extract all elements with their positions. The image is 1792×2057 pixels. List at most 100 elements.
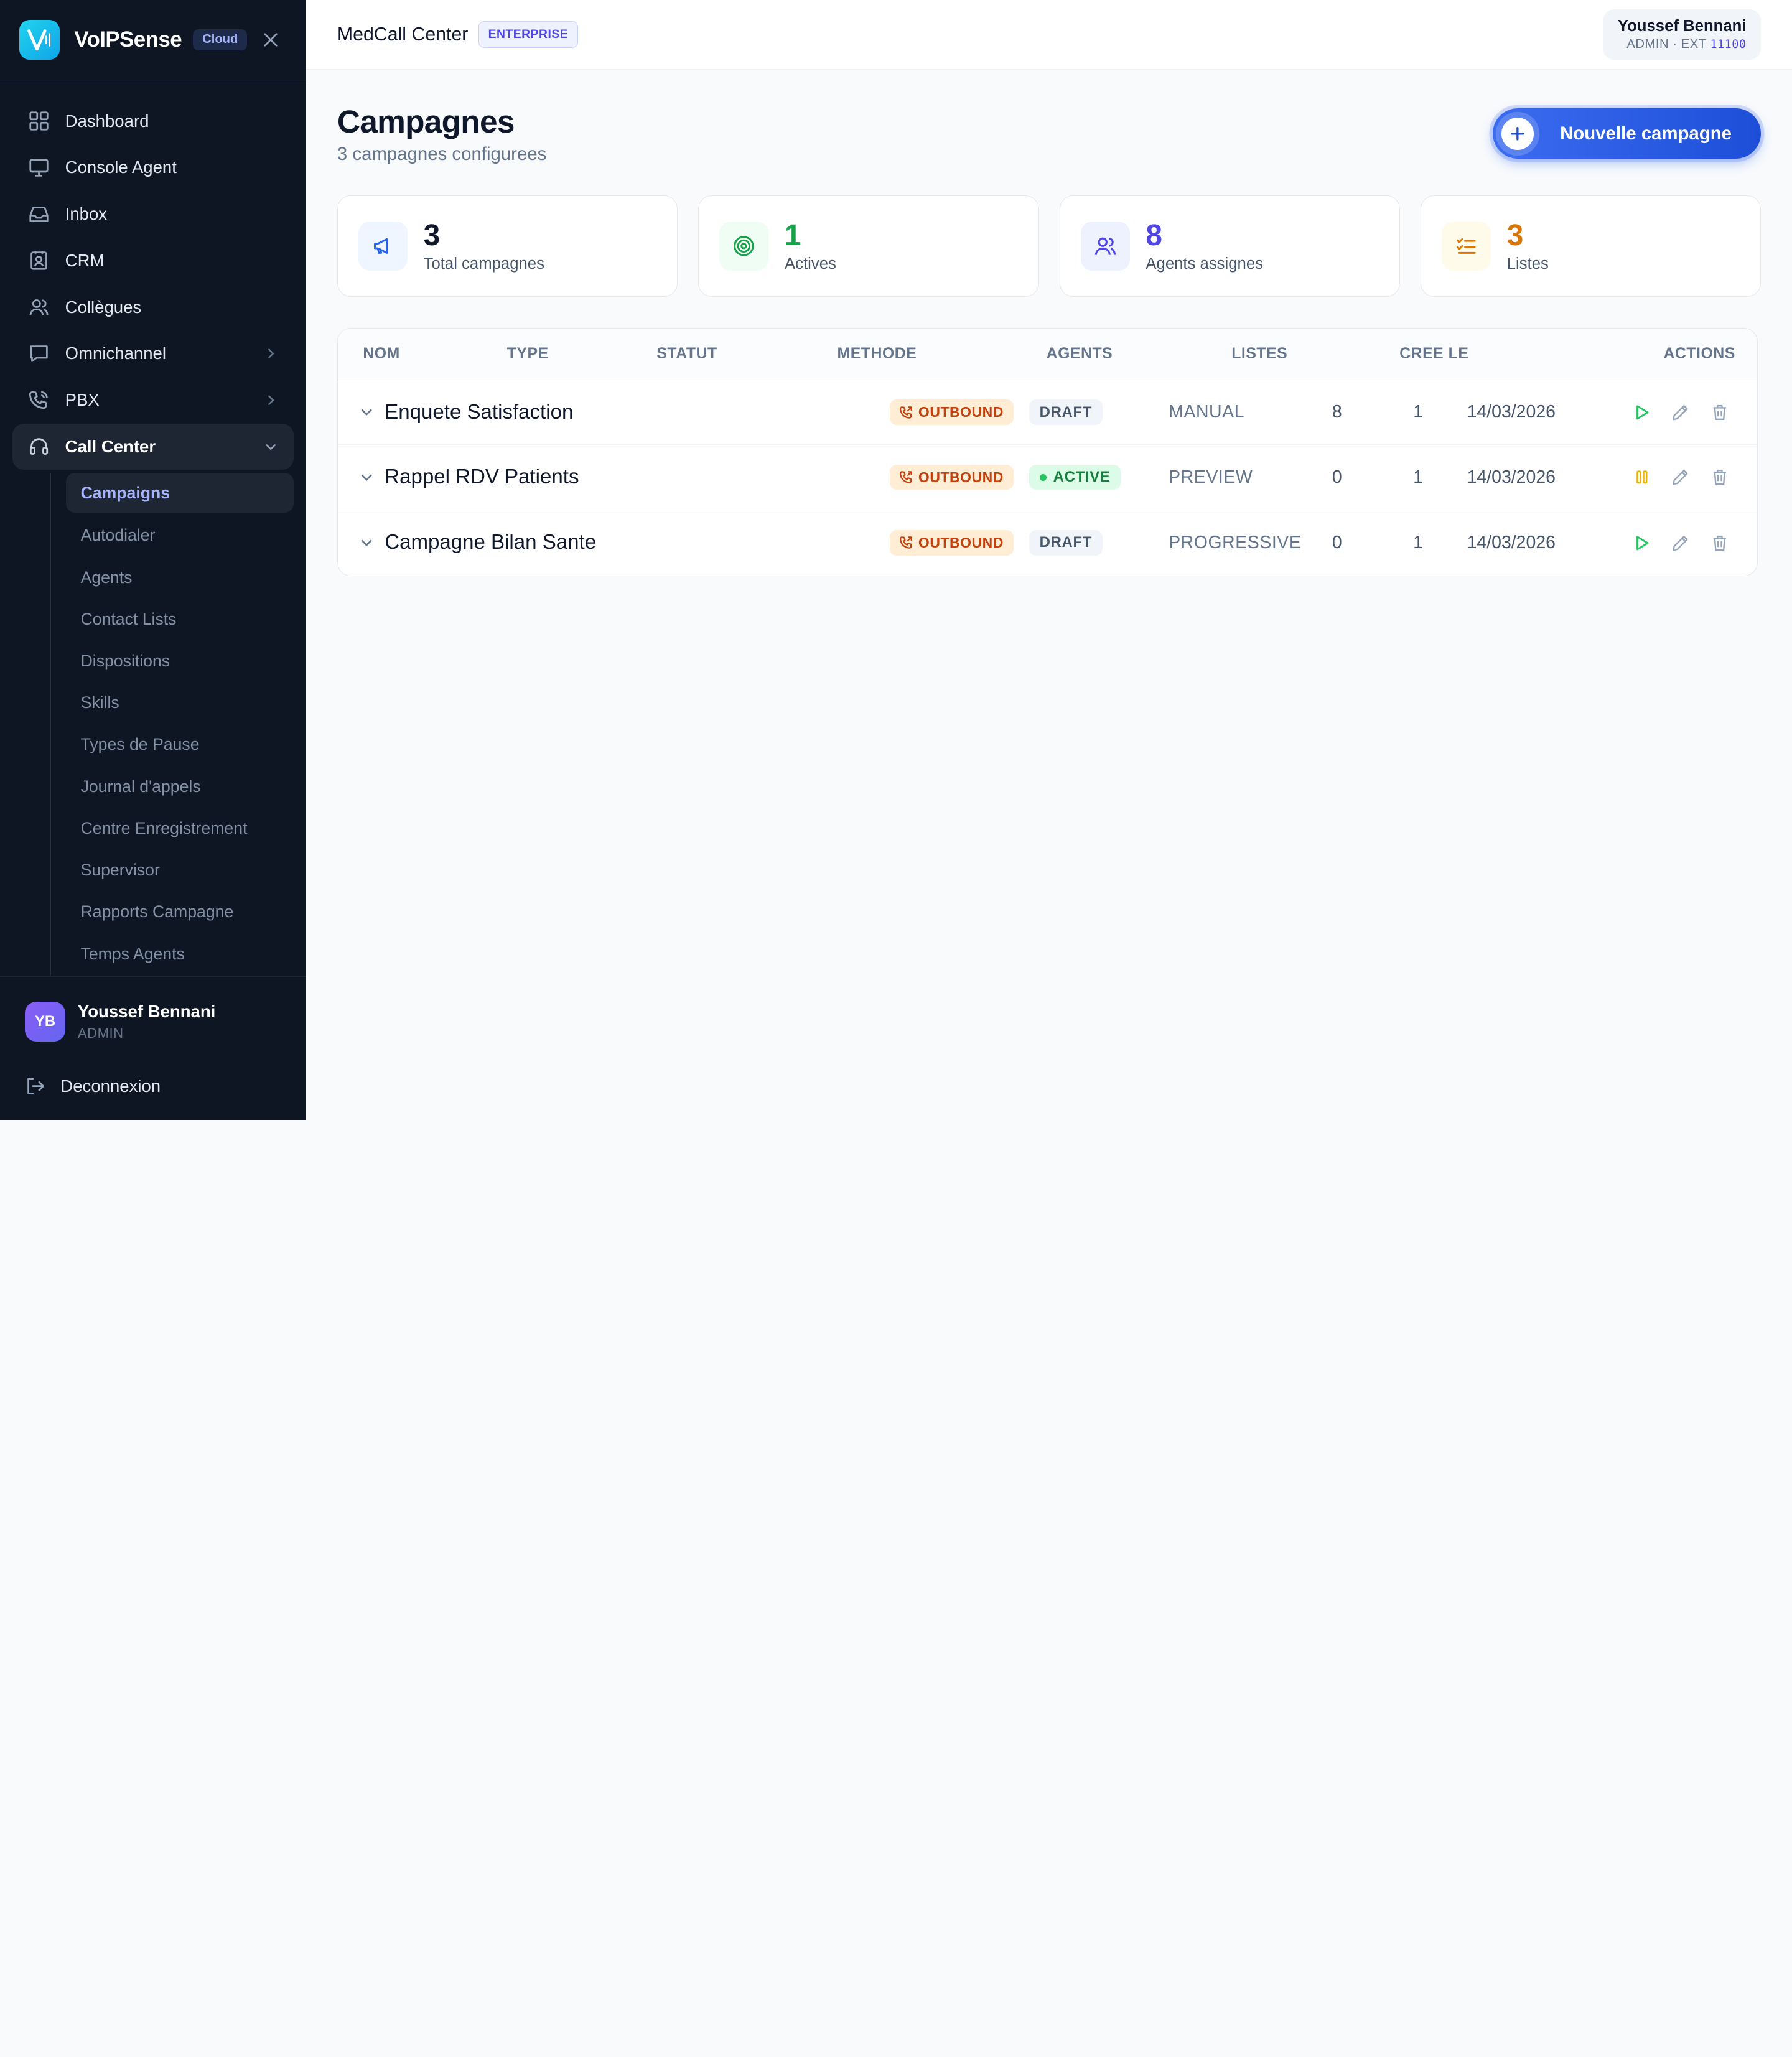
column-header-cree-le[interactable]: CREE LE	[1399, 345, 1468, 363]
sidebar-subitem-temps-agents[interactable]: Temps Agents	[66, 933, 294, 974]
sidebar-item-label: Collègues	[65, 297, 142, 317]
created-date: 14/03/2026	[1467, 532, 1556, 553]
topbar-user-menu[interactable]: Youssef Bennani ADMIN · EXT 11100	[1602, 9, 1762, 60]
page-title: Campagnes	[337, 103, 515, 140]
table-row[interactable]: Campagne Bilan Sante OUTBOUND DRAFT PROG…	[338, 510, 1757, 576]
stat-card-total: 3 Total campagnes	[337, 195, 678, 297]
sidebar-subitem-types-de-pause[interactable]: Types de Pause	[66, 724, 294, 765]
main-content: MedCall Center ENTERPRISE Youssef Bennan…	[306, 0, 1792, 1120]
sidebar-subitem-supervisor[interactable]: Supervisor	[66, 849, 294, 891]
sidebar-item-label: CRM	[65, 250, 105, 270]
stat-label: Total campagnes	[423, 254, 544, 273]
trash-icon[interactable]	[1709, 402, 1730, 422]
chevron-down-icon[interactable]	[360, 470, 373, 484]
logout-icon	[25, 1076, 45, 1096]
sidebar-item-crm[interactable]: CRM	[12, 238, 294, 283]
status-label: ACTIVE	[1053, 469, 1111, 486]
brand-bar: VoIPSense Cloud	[0, 0, 307, 80]
table-row[interactable]: Rappel RDV Patients OUTBOUND ACTIVE PREV…	[337, 445, 1757, 511]
sidebar: VoIPSense Cloud Dashboard Console Agent …	[0, 0, 311, 1120]
sidebar-item-collegues[interactable]: Collègues	[12, 284, 294, 330]
table-row[interactable]: Enquete Satisfaction OUTBOUND DRAFT MANU…	[337, 380, 1757, 445]
checklist-icon	[1442, 222, 1491, 271]
main-nav: Dashboard Console Agent Inbox CRM Collèg…	[0, 80, 306, 975]
campaigns-table: NOM TYPE STATUT METHODE AGENTS LISTES CR…	[337, 328, 1758, 576]
stat-value: 8	[1146, 218, 1162, 252]
agents-count: 0	[1332, 467, 1342, 487]
campaign-name[interactable]: Enquete Satisfaction	[385, 401, 573, 424]
plan-badge: Cloud	[193, 29, 248, 50]
method-value: PROGRESSIVE	[1169, 532, 1302, 553]
trash-icon[interactable]	[1709, 467, 1730, 488]
sidebar-item-pbx[interactable]: PBX	[12, 377, 294, 422]
new-campaign-button[interactable]: Nouvelle campagne	[1492, 108, 1762, 159]
status-badge: DRAFT	[1029, 399, 1103, 425]
column-header-listes[interactable]: LISTES	[1231, 345, 1287, 363]
edit-icon[interactable]	[1670, 533, 1691, 553]
page-subtitle: 3 campagnes configurees	[337, 143, 547, 164]
sidebar-item-label: Dashboard	[65, 111, 149, 131]
sidebar-subitem-contact-lists[interactable]: Contact Lists	[66, 599, 294, 640]
sidebar-subitem-skills[interactable]: Skills	[66, 682, 294, 724]
play-icon[interactable]	[1631, 402, 1652, 422]
org-plan-badge: ENTERPRISE	[478, 21, 578, 48]
users-icon	[27, 296, 50, 319]
sidebar-item-dashboard[interactable]: Dashboard	[12, 98, 294, 144]
sidebar-item-omnichannel[interactable]: Omnichannel	[12, 331, 294, 376]
edit-icon[interactable]	[1670, 402, 1691, 422]
new-campaign-label: Nouvelle campagne	[1560, 123, 1732, 144]
sidebar-subitem-agents[interactable]: Agents	[66, 556, 294, 598]
chat-icon	[27, 342, 50, 365]
type-badge: OUTBOUND	[890, 399, 1014, 425]
sidebar-item-label: Call Center	[65, 436, 156, 456]
monitor-icon	[27, 156, 50, 179]
type-label: OUTBOUND	[918, 404, 1004, 421]
campaigns-page: Campagnes 3 campagnes configurees Nouvel…	[306, 103, 1792, 576]
sidebar-user[interactable]: YB Youssef Bennani ADMIN	[25, 1001, 286, 1042]
phone-outgoing-icon	[899, 536, 912, 549]
topbar-user-ext: 11100	[1710, 38, 1747, 52]
sidebar-footer: YB Youssef Bennani ADMIN Deconnexion	[0, 976, 311, 1120]
topbar-user-role: ADMIN · EXT	[1626, 37, 1707, 52]
type-badge: OUTBOUND	[890, 530, 1014, 556]
stats-row: 3 Total campagnes 1 Actives 8 Agents assign…	[337, 195, 1762, 297]
method-value: PREVIEW	[1169, 467, 1253, 487]
sidebar-subitem-rapports-campagne[interactable]: Rapports Campagne	[66, 891, 294, 933]
agents-count: 8	[1332, 402, 1342, 422]
chevron-down-icon[interactable]	[360, 536, 373, 549]
sidebar-subitem-journal-appels[interactable]: Journal d'appels	[66, 766, 294, 808]
stat-card-agents: 8 Agents assignes	[1059, 195, 1400, 297]
play-icon[interactable]	[1631, 533, 1652, 553]
stat-value: 3	[1506, 218, 1524, 252]
topbar-user-name: Youssef Bennani	[1617, 17, 1747, 35]
campaign-name[interactable]: Rappel RDV Patients	[385, 465, 579, 489]
trash-icon[interactable]	[1709, 533, 1730, 553]
pause-icon[interactable]	[1631, 467, 1652, 488]
sidebar-subitem-campaigns[interactable]: Campaigns	[65, 473, 294, 513]
column-header-statut[interactable]: STATUT	[656, 345, 717, 363]
type-badge: OUTBOUND	[890, 465, 1014, 490]
sidebar-item-label: Inbox	[65, 204, 108, 224]
sidebar-item-label: PBX	[65, 390, 100, 410]
sidebar-item-call-center[interactable]: Call Center	[12, 424, 294, 470]
column-header-type[interactable]: TYPE	[507, 345, 549, 363]
chevron-down-icon[interactable]	[360, 406, 373, 419]
sidebar-item-console-agent[interactable]: Console Agent	[12, 145, 294, 190]
sidebar-subitem-autodialer[interactable]: Autodialer	[66, 515, 294, 556]
sidebar-subitem-dispositions[interactable]: Dispositions	[66, 640, 294, 682]
edit-icon[interactable]	[1670, 467, 1691, 488]
sidebar-item-inbox[interactable]: Inbox	[12, 191, 294, 236]
close-icon[interactable]	[262, 30, 280, 49]
topbar: MedCall Center ENTERPRISE Youssef Bennan…	[306, 0, 1792, 70]
users-icon	[1080, 222, 1130, 271]
stat-card-listes: 3 Listes	[1421, 195, 1762, 297]
column-header-nom[interactable]: NOM	[363, 345, 399, 363]
column-header-agents[interactable]: AGENTS	[1047, 345, 1113, 363]
agents-count: 0	[1332, 532, 1342, 553]
sidebar-subitem-centre-enregistrement[interactable]: Centre Enregistrement	[66, 808, 294, 849]
column-header-methode[interactable]: METHODE	[838, 345, 917, 363]
phone-icon	[27, 389, 50, 412]
voipsense-logo[interactable]	[19, 19, 60, 60]
campaign-name[interactable]: Campagne Bilan Sante	[385, 531, 596, 554]
logout-button[interactable]: Deconnexion	[25, 1076, 286, 1096]
